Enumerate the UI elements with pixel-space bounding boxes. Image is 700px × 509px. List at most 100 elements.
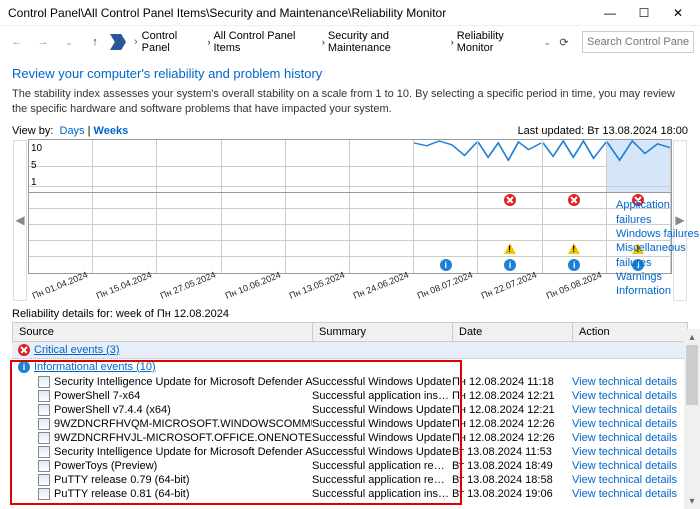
- event-date: Пн 12.08.2024 12:26: [452, 431, 572, 445]
- chart-column[interactable]: [414, 140, 478, 192]
- table-header: Source Summary Date Action: [12, 322, 688, 342]
- event-source: 9WZDNCRFHVQM-MICROSOFT.WINDOWSCOMMUNICAT…: [54, 418, 312, 430]
- chart-column[interactable]: [286, 140, 350, 192]
- update-icon: [38, 418, 50, 430]
- scroll-down-icon[interactable]: ▾: [684, 493, 700, 509]
- table-row[interactable]: PowerShell 7-x64 Successful application i…: [12, 389, 688, 403]
- event-date: Пн 12.08.2024 12:26: [452, 417, 572, 431]
- scroll-up-icon[interactable]: ▴: [684, 329, 700, 345]
- event-source: PuTTY release 0.79 (64-bit): [54, 474, 190, 486]
- event-date: Вт 13.08.2024 19:06: [452, 487, 572, 501]
- close-button[interactable]: ✕: [664, 3, 692, 23]
- view-details-link[interactable]: View technical details: [572, 460, 677, 472]
- chart-column[interactable]: [93, 140, 157, 192]
- error-icon: [504, 194, 516, 206]
- reliability-chart[interactable]: 1051 iiii Пн 01.04.20: [28, 139, 672, 302]
- breadcrumb[interactable]: › Control Panel› All Control Panel Items…: [132, 30, 538, 54]
- informational-events-section[interactable]: i Informational events (10): [12, 359, 688, 375]
- info-icon: i: [504, 259, 516, 271]
- chart-column[interactable]: [478, 140, 542, 192]
- chart-column[interactable]: [222, 140, 286, 192]
- view-details-link[interactable]: View technical details: [572, 488, 677, 500]
- view-details-link[interactable]: View technical details: [572, 474, 677, 486]
- event-summary: Successful application removal: [312, 459, 452, 473]
- col-date[interactable]: Date: [453, 323, 573, 341]
- recent-dropdown-icon[interactable]: ⌄: [58, 31, 80, 53]
- event-summary: Successful Windows Update: [312, 375, 452, 389]
- col-action[interactable]: Action: [573, 323, 687, 341]
- event-date: Вт 13.08.2024 11:53: [452, 445, 572, 459]
- breadcrumb-item[interactable]: Reliability Monitor: [457, 30, 539, 54]
- error-icon: [18, 344, 30, 356]
- table-row[interactable]: 9WZDNCRFHVQM-MICROSOFT.WINDOWSCOMMUNICAT…: [12, 417, 688, 431]
- table-row[interactable]: 9WZDNCRFHVJL-MICROSOFT.OFFICE.ONENOTESuc…: [12, 431, 688, 445]
- event-summary: Successful application installation: [312, 389, 452, 403]
- scroll-left-button[interactable]: ◀: [13, 140, 27, 301]
- event-summary: Successful Windows Update: [312, 417, 452, 431]
- col-summary[interactable]: Summary: [313, 323, 453, 341]
- info-icon: i: [18, 361, 30, 373]
- up-arrow-icon[interactable]: ↑: [84, 31, 106, 53]
- event-indicator-rows: iiii: [28, 193, 672, 274]
- table-row[interactable]: Security Intelligence Update for Microso…: [12, 445, 688, 459]
- event-source: Security Intelligence Update for Microso…: [54, 376, 312, 388]
- chart-column[interactable]: [157, 140, 221, 192]
- breadcrumb-item[interactable]: All Control Panel Items: [213, 30, 318, 54]
- view-details-link[interactable]: View technical details: [572, 446, 677, 458]
- event-summary: Successful application installation: [312, 487, 452, 501]
- event-date: Вт 13.08.2024 18:58: [452, 473, 572, 487]
- vertical-scrollbar[interactable]: ▴ ▾: [684, 329, 700, 509]
- back-arrow-icon[interactable]: ←: [6, 31, 28, 53]
- table-row[interactable]: PuTTY release 0.81 (64-bit)Successful ap…: [12, 487, 688, 501]
- view-details-link[interactable]: View technical details: [572, 432, 677, 444]
- page-title: Review your computer's reliability and p…: [12, 66, 688, 81]
- update-icon: [38, 390, 50, 402]
- event-summary: Successful application removal: [312, 473, 452, 487]
- warning-icon: [568, 243, 580, 254]
- breadcrumb-dropdown-icon[interactable]: ⌄: [542, 37, 552, 48]
- info-icon: i: [440, 259, 452, 271]
- error-icon: [568, 194, 580, 206]
- event-summary: Successful Windows Update: [312, 445, 452, 459]
- maximize-button[interactable]: ☐: [630, 3, 658, 23]
- event-date: Пн 12.08.2024 12:21: [452, 403, 572, 417]
- refresh-icon[interactable]: ⟳: [556, 34, 572, 50]
- view-details-link[interactable]: View technical details: [572, 390, 677, 402]
- table-row[interactable]: PuTTY release 0.79 (64-bit) Successful ap…: [12, 473, 688, 487]
- search-input[interactable]: [582, 31, 694, 53]
- view-details-link[interactable]: View technical details: [572, 404, 677, 416]
- event-summary: Successful Windows Update: [312, 431, 452, 445]
- critical-events-section[interactable]: Critical events (3): [12, 342, 688, 359]
- chart-column[interactable]: [350, 140, 414, 192]
- details-header: Reliability details for: week of Пн 12.0…: [12, 306, 688, 322]
- event-date: Пн 12.08.2024 12:21: [452, 389, 572, 403]
- window-title: Control Panel\All Control Panel Items\Se…: [8, 6, 596, 20]
- table-row[interactable]: PowerToys (Preview)Successful applicatio…: [12, 459, 688, 473]
- update-icon: [38, 474, 50, 486]
- col-source[interactable]: Source: [13, 323, 313, 341]
- chart-column[interactable]: [543, 140, 607, 192]
- breadcrumb-item[interactable]: Security and Maintenance: [328, 30, 448, 54]
- page-description: The stability index assesses your system…: [12, 87, 688, 117]
- view-details-link[interactable]: View technical details: [572, 418, 677, 430]
- scroll-thumb[interactable]: [686, 345, 698, 405]
- event-date: Вт 13.08.2024 18:49: [452, 459, 572, 473]
- viewby-label: View by: Days | Weeks: [12, 125, 128, 137]
- viewby-weeks-link[interactable]: Weeks: [94, 125, 129, 137]
- navigation-toolbar: ← → ⌄ ↑ › Control Panel› All Control Pan…: [0, 26, 700, 58]
- info-icon: i: [568, 259, 580, 271]
- event-summary: Successful Windows Update: [312, 403, 452, 417]
- viewby-days-link[interactable]: Days: [60, 125, 85, 137]
- view-details-link[interactable]: View technical details: [572, 376, 677, 388]
- breadcrumb-item[interactable]: Control Panel: [142, 30, 205, 54]
- table-row[interactable]: Security Intelligence Update for Microso…: [12, 375, 688, 389]
- minimize-button[interactable]: —: [596, 3, 624, 23]
- event-source: PowerShell 7-x64: [54, 390, 140, 402]
- chart-column-selected[interactable]: [607, 140, 671, 192]
- event-source: Security Intelligence Update for Microso…: [54, 446, 312, 458]
- table-row[interactable]: PowerShell v7.4.4 (x64)Successful Window…: [12, 403, 688, 417]
- update-icon: [38, 446, 50, 458]
- forward-arrow-icon: →: [32, 31, 54, 53]
- chart-legend: Application failuresWindows failuresMisc…: [616, 198, 700, 298]
- update-icon: [38, 376, 50, 388]
